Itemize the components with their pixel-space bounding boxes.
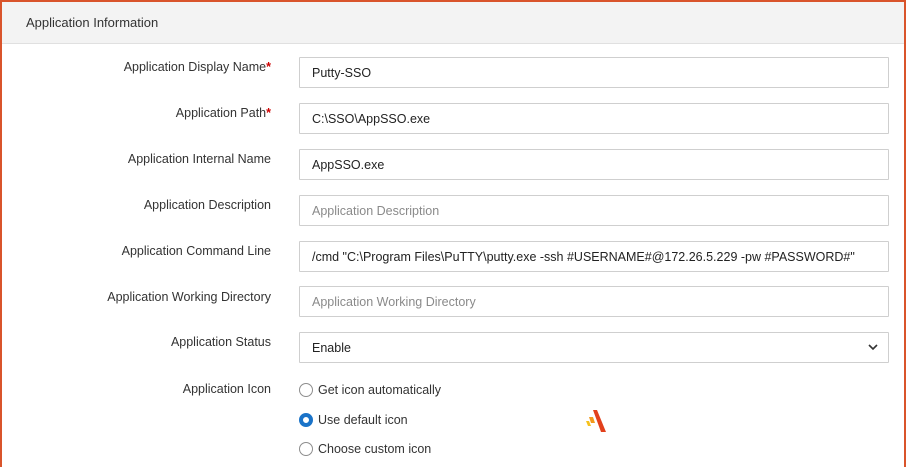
radio-label: Choose custom icon bbox=[318, 442, 432, 456]
working-directory-input[interactable]: Application Working Directory bbox=[299, 286, 889, 317]
description-placeholder: Application Description bbox=[312, 203, 440, 218]
working-directory-label: Application Working Directory bbox=[107, 290, 271, 304]
radio-use-default-icon[interactable]: Use default icon bbox=[299, 413, 408, 427]
status-label: Application Status bbox=[170, 335, 271, 349]
description-label: Application Description bbox=[143, 198, 271, 212]
working-directory-placeholder: Application Working Directory bbox=[312, 294, 476, 309]
display-name-value: Putty-SSO bbox=[312, 65, 372, 80]
internal-name-label: Application Internal Name bbox=[127, 152, 271, 166]
command-line-label: Application Command Line bbox=[121, 244, 271, 258]
internal-name-input[interactable]: AppSSO.exe bbox=[299, 149, 889, 180]
application-icon-label: Application Icon bbox=[182, 382, 271, 396]
radio-button[interactable] bbox=[299, 442, 313, 456]
application-path-value: C:\SSO\AppSSO.exe bbox=[312, 111, 431, 126]
status-select[interactable]: Enable bbox=[299, 332, 889, 363]
status-selected-value: Enable bbox=[312, 340, 351, 355]
radio-button-checked[interactable] bbox=[299, 413, 313, 427]
radio-button[interactable] bbox=[299, 383, 313, 397]
application-path-input[interactable]: C:\SSO\AppSSO.exe bbox=[299, 103, 889, 134]
radio-choose-custom-icon[interactable]: Choose custom icon bbox=[299, 442, 431, 456]
description-input[interactable]: Application Description bbox=[299, 195, 889, 226]
radio-label: Use default icon bbox=[318, 413, 408, 427]
chevron-down-icon bbox=[868, 344, 878, 351]
display-name-input[interactable]: Putty-SSO bbox=[299, 57, 889, 88]
section-title: Application Information bbox=[26, 15, 159, 30]
radio-get-icon-automatically[interactable]: Get icon automatically bbox=[299, 383, 441, 397]
app-logo-icon bbox=[586, 410, 606, 432]
application-path-label: Application Path* bbox=[175, 106, 271, 120]
section-header: Application Information bbox=[2, 2, 904, 44]
command-line-input[interactable]: /cmd "C:\Program Files\PuTTY\putty.exe -… bbox=[299, 241, 889, 272]
internal-name-value: AppSSO.exe bbox=[312, 157, 385, 172]
command-line-value: /cmd "C:\Program Files\PuTTY\putty.exe -… bbox=[312, 249, 855, 264]
radio-label: Get icon automatically bbox=[318, 383, 441, 397]
display-name-label: Application Display Name* bbox=[123, 60, 271, 74]
